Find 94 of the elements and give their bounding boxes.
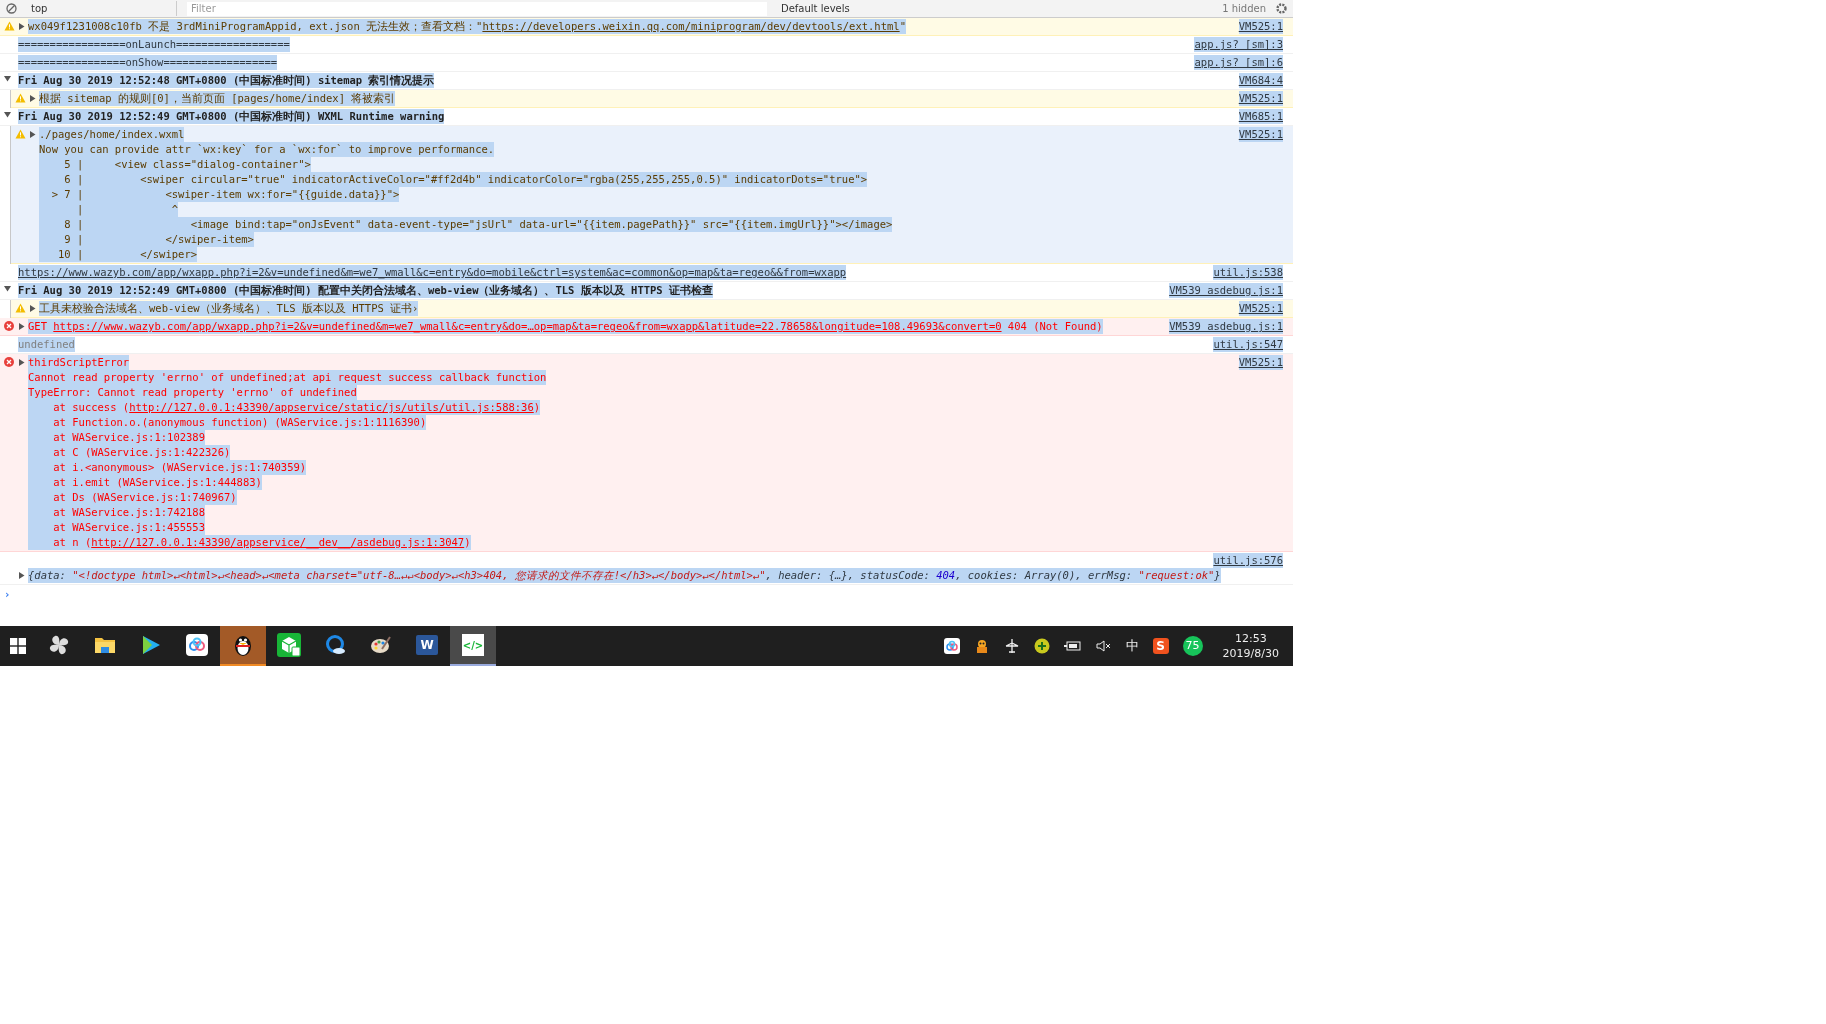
source-link[interactable]: VM684:4 xyxy=(1238,73,1283,88)
source-link[interactable]: app.js? [sm]:3 xyxy=(1194,37,1283,52)
warning-icon xyxy=(4,21,15,31)
source-link[interactable]: VM539 asdebug.js:1 xyxy=(1169,283,1283,298)
browser-icon xyxy=(324,634,346,656)
cloud-app-icon xyxy=(186,634,208,656)
cube-icon xyxy=(277,633,301,657)
plus-circle-icon[interactable] xyxy=(1033,638,1050,654)
disclosure-triangle-icon[interactable] xyxy=(29,305,36,312)
penguin-icon xyxy=(233,633,253,657)
warning-icon xyxy=(15,129,26,139)
taskbar-app[interactable] xyxy=(220,626,266,666)
message-text: 根据 sitemap 的规则[0]，当前页面 [pages/home/index] 将被索引 xyxy=(39,91,396,106)
source-link[interactable]: app.js? [sm]:6 xyxy=(1194,55,1283,70)
error-icon xyxy=(4,357,14,367)
warning-icon xyxy=(15,303,26,313)
disclosure-triangle-icon[interactable] xyxy=(18,23,25,30)
disclosure-triangle-icon[interactable] xyxy=(4,285,11,292)
disclosure-triangle-icon[interactable] xyxy=(18,572,25,579)
source-link[interactable]: util.js:576 xyxy=(1213,553,1283,568)
context-dropdown[interactable]: top xyxy=(27,1,177,16)
source-link[interactable]: VM525:1 xyxy=(1238,301,1283,316)
message-text: 10 | </swiper> xyxy=(39,247,198,262)
message-text: Fri Aug 30 2019 12:52:49 GMT+0800 (中国标准时间) 配置中关闭合法域名、web-view（业务域名）、TLS 版本以及 HTTPS 证书检查 xyxy=(18,283,713,298)
cloud-app-icon[interactable] xyxy=(943,638,960,654)
link[interactable]: https://developers.weixin.qq.com/miniprogram/dev/devtools/ext.html xyxy=(482,20,900,32)
source-link[interactable]: VM685:1 xyxy=(1238,109,1283,124)
airplane-icon[interactable] xyxy=(1003,638,1020,654)
taskbar-app[interactable]: W xyxy=(404,626,450,666)
message-text: at Ds (WAService.js:1:740967) xyxy=(28,490,237,505)
message-text: wx049f1231008c10fb 不是 3rdMiniProgramAppid, ext.json 无法生效；查看文档："https://developers.weixin.qq.com/miniprogram/dev/devtools/ext.html" xyxy=(28,19,906,34)
disclosure-triangle-icon[interactable] xyxy=(18,359,25,366)
message-text: at C (WAService.js:1:422326) xyxy=(28,445,231,460)
disclosure-triangle-icon[interactable] xyxy=(4,111,11,118)
message-text: 5 | <view class="dialog-container"> xyxy=(39,157,311,172)
message-text: at n (http://127.0.0.1:43390/appservice/__dev__/asdebug.js:1:3047) xyxy=(28,535,471,550)
source-link[interactable]: util.js:547 xyxy=(1213,337,1283,352)
error-icon xyxy=(4,321,14,331)
message-text: TypeError: Cannot read property 'errno' of undefined xyxy=(28,385,357,400)
message-text: Cannot read property 'errno' of undefined;at api request success callback function xyxy=(28,370,547,385)
message-text: at Function.o.(anonymous function) (WAService.js:1:1116390) xyxy=(28,415,427,430)
word-document-icon: W xyxy=(416,635,438,655)
speaker-muted-icon[interactable] xyxy=(1095,639,1112,653)
code-icon: </> xyxy=(462,634,484,656)
message-text: 6 | <swiper circular="true" indicatorActiveColor="#ff2d4b" indicatorColor="rgba(255,255,255,0.5)" indicatorDots="true"> xyxy=(39,172,868,187)
message-text: ./pages/home/index.wxml xyxy=(39,127,185,142)
windows-logo-icon xyxy=(10,638,26,654)
sogou-icon[interactable]: S xyxy=(1152,638,1169,654)
levels-dropdown[interactable]: Default levels xyxy=(777,1,854,16)
message-text: at success (http://127.0.0.1:43390/appservice/static/js/utils/util.js:588:36) xyxy=(28,400,541,415)
message-text: Now you can provide attr `wx:key` for a `wx:for` to improve performance. xyxy=(39,142,495,157)
message-text: Fri Aug 30 2019 12:52:49 GMT+0800 (中国标准时间) WXML Runtime warning xyxy=(18,109,445,124)
clock-time[interactable]: 12:53 xyxy=(1234,631,1267,646)
play-icon xyxy=(140,634,162,656)
message-text: 8 | <image bind:tap="onJsEvent" data-event-type="jsUrl" data-url="{{item.pagePath}}" src="{{item.imgUrl}}"></image> xyxy=(39,217,893,232)
message-text: at WAService.js:1:742188 xyxy=(28,505,205,520)
palette-icon xyxy=(370,634,392,656)
message-text: 工具未校验合法域名、web-view（业务域名）、TLS 版本以及 HTTPS 证书› xyxy=(39,301,419,316)
message-text: =================onShow================== xyxy=(18,55,278,70)
message-text: 9 | </swiper-item> xyxy=(39,232,254,247)
source-link[interactable]: VM525:1 xyxy=(1238,127,1283,142)
message-text: at i.emit (WAService.js:1:444883) xyxy=(28,475,262,490)
message-text: thirdScriptError xyxy=(28,355,130,370)
pinwheel-icon xyxy=(48,634,70,656)
folder-icon xyxy=(94,635,116,655)
source-link[interactable]: VM525:1 xyxy=(1238,91,1283,106)
message-text: Fri Aug 30 2019 12:52:48 GMT+0800 (中国标准时间) sitemap 索引情况提示 xyxy=(18,73,435,88)
disclosure-triangle-icon[interactable] xyxy=(4,75,11,82)
message-text: undefined xyxy=(18,337,75,352)
message-text: =================onLaunch================== xyxy=(18,37,290,52)
message-text: at WAService.js:1:102389 xyxy=(28,430,205,445)
clock-date[interactable]: 2019/8/30 xyxy=(1222,646,1279,661)
disclosure-triangle-icon[interactable] xyxy=(29,95,36,102)
message-text: | ^ xyxy=(39,202,179,217)
input-method-indicator[interactable]: 中 xyxy=(1125,636,1139,656)
message-text: > 7 | <swiper-item wx:for="{{guide.data}}"> xyxy=(39,187,400,202)
source-link[interactable]: VM539 asdebug.js:1 xyxy=(1169,319,1283,334)
filter-field[interactable]: Filter xyxy=(187,1,767,16)
disclosure-triangle-icon[interactable] xyxy=(29,131,36,138)
source-link[interactable]: VM525:1 xyxy=(1238,355,1283,370)
message-text: at i.<anonymous> (WAService.js:1:740359) xyxy=(28,460,307,475)
source-link[interactable]: VM525:1 xyxy=(1238,19,1283,34)
battery-icon[interactable] xyxy=(1063,640,1082,652)
settings-icon[interactable] xyxy=(1276,3,1287,14)
message-text: GET https://www.wazyb.com/app/wxapp.php?i=2&v=undefined&m=we7_wmall&c=entry&do=…op=map&ta=regeo&from=wxapp&latitude=22.78658&longitude=108.49693&convert=0 404 (Not Found) xyxy=(28,319,1103,334)
clear-console-icon[interactable] xyxy=(6,3,17,14)
console-prompt[interactable]: › xyxy=(4,588,11,600)
link[interactable]: https://www.wazyb.com/app/wxapp.php?i=2&v=undefined&m=we7_wmall&c=entry&do=mobile&ctrl=system&ac=common&op=map&ta=regeo&&from=wxapp xyxy=(18,266,847,278)
message-text: at WAService.js:1:455553 xyxy=(28,520,205,535)
message-text: {data: "<!doctype html>↵<html>↵<head>↵<meta charset="utf-8…↵↵<body>↵<h3>404, 您请求的文件不存在!</h3>↵</body>↵</html>↵", header: {…}, statusCode: 404, cookies: Array(0), errMsg: "request:ok"} xyxy=(28,568,1221,583)
source-link[interactable]: util.js:538 xyxy=(1213,265,1283,280)
hidden-count: 1 hidden xyxy=(1222,2,1266,16)
warning-icon xyxy=(15,93,26,103)
disclosure-triangle-icon[interactable] xyxy=(18,323,25,330)
